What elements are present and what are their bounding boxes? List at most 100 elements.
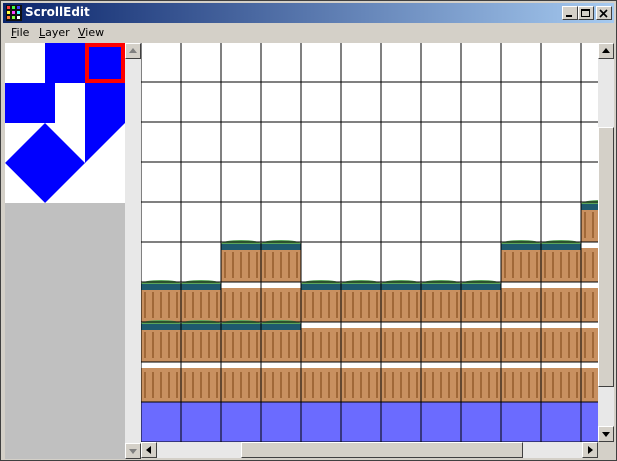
minimize-button[interactable] xyxy=(562,6,578,20)
log-grain xyxy=(584,212,586,238)
log-grain xyxy=(440,372,442,398)
canvas-scroll-up[interactable] xyxy=(598,43,614,59)
log-grain xyxy=(224,372,226,398)
log-grain xyxy=(584,332,586,358)
log-grain xyxy=(552,332,554,358)
canvas-horizontal-scrollbar[interactable] xyxy=(141,442,598,458)
log-grain xyxy=(344,332,346,358)
log-grain xyxy=(584,292,586,318)
log-grain xyxy=(488,372,490,398)
log-grain xyxy=(448,332,450,358)
log-grain xyxy=(376,372,378,398)
log-rim xyxy=(141,324,181,330)
log-grain xyxy=(344,372,346,398)
log-grain xyxy=(560,332,562,358)
log-grain xyxy=(448,292,450,318)
log-grain xyxy=(248,252,250,278)
log-grain xyxy=(568,292,570,318)
log-grain xyxy=(280,292,282,318)
menu-layer[interactable]: Layer xyxy=(39,26,70,39)
size-grip xyxy=(598,442,614,458)
log-grain xyxy=(560,252,562,278)
canvas-scroll-right[interactable] xyxy=(582,442,598,458)
log-grain xyxy=(280,332,282,358)
log-grain xyxy=(432,372,434,398)
log-grain xyxy=(304,372,306,398)
log-grain xyxy=(224,292,226,318)
menu-bar: File Layer View xyxy=(3,24,614,42)
log-grain xyxy=(184,292,186,318)
tile-grid[interactable] xyxy=(141,43,598,442)
log-grain xyxy=(536,252,538,278)
log-grain xyxy=(296,252,298,278)
log-grain xyxy=(296,372,298,398)
log-grain xyxy=(328,372,330,398)
window-title: ScrollEdit xyxy=(25,5,90,19)
log-rim xyxy=(341,284,381,290)
canvas-vertical-scrollbar[interactable] xyxy=(598,43,614,442)
log-grain xyxy=(408,372,410,398)
log-grain xyxy=(456,292,458,318)
overview-scrollbar[interactable] xyxy=(125,43,141,459)
log-grain xyxy=(152,372,154,398)
log-grain xyxy=(160,292,162,318)
canvas-scroll-left[interactable] xyxy=(141,442,157,458)
log-grain xyxy=(528,372,530,398)
log-grain xyxy=(264,292,266,318)
log-grain xyxy=(424,292,426,318)
log-grain xyxy=(208,292,210,318)
log-grain xyxy=(480,372,482,398)
log-grain xyxy=(392,332,394,358)
log-grain xyxy=(384,292,386,318)
minimize-icon xyxy=(566,15,572,17)
log-grain xyxy=(312,332,314,358)
log-grain xyxy=(576,252,578,278)
log-grain xyxy=(144,292,146,318)
overview-scroll-up[interactable] xyxy=(125,43,141,59)
canvas-scroll-down[interactable] xyxy=(598,426,614,442)
log-rim xyxy=(421,284,461,290)
log-grain xyxy=(176,372,178,398)
map-canvas[interactable] xyxy=(141,43,598,442)
log-grain xyxy=(536,332,538,358)
title-bar[interactable]: ScrollEdit xyxy=(3,3,614,23)
close-icon xyxy=(599,9,608,18)
maximize-button[interactable] xyxy=(578,6,594,20)
log-grain xyxy=(240,332,242,358)
log-grain xyxy=(168,372,170,398)
log-grain xyxy=(488,292,490,318)
log-grain xyxy=(464,332,466,358)
log-grain xyxy=(272,372,274,398)
log-grain xyxy=(328,332,330,358)
canvas-vertical-thumb[interactable] xyxy=(598,127,614,387)
log-grain xyxy=(408,332,410,358)
log-rim xyxy=(221,244,261,250)
water-tile-row xyxy=(141,400,598,442)
log-grain xyxy=(168,332,170,358)
log-grain xyxy=(592,212,594,238)
map-overview[interactable] xyxy=(5,43,125,203)
log-grain xyxy=(344,292,346,318)
log-grain xyxy=(248,332,250,358)
log-grain xyxy=(592,332,594,358)
log-grain xyxy=(432,332,434,358)
menu-view[interactable]: View xyxy=(78,26,104,39)
canvas-horizontal-thumb[interactable] xyxy=(241,442,523,458)
app-window: ScrollEdit File Layer View xyxy=(0,0,617,461)
log-grain xyxy=(224,332,226,358)
arrow-down-icon xyxy=(602,432,610,437)
log-grain xyxy=(264,252,266,278)
log-grain xyxy=(568,332,570,358)
log-grain xyxy=(528,292,530,318)
log-grain xyxy=(424,332,426,358)
log-grain xyxy=(400,292,402,318)
close-button[interactable] xyxy=(596,6,612,20)
log-grain xyxy=(576,292,578,318)
log-grain xyxy=(320,332,322,358)
log-grain xyxy=(360,332,362,358)
menu-file[interactable]: File xyxy=(11,26,29,39)
log-grain xyxy=(560,292,562,318)
log-grain xyxy=(536,372,538,398)
log-grain xyxy=(408,292,410,318)
overview-scroll-down[interactable] xyxy=(125,443,141,459)
